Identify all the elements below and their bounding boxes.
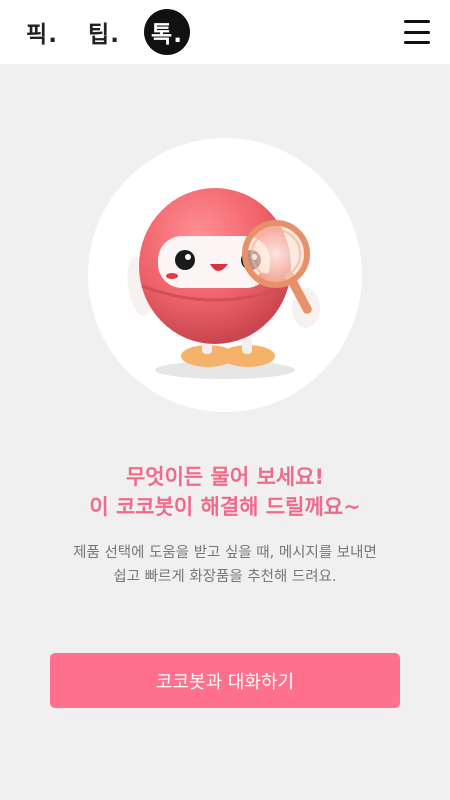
mascot-left-eye xyxy=(175,250,195,270)
tab-talk[interactable]: 톡. xyxy=(144,9,190,55)
tab-tip[interactable]: 팁. xyxy=(82,10,126,54)
chat-with-kokobot-button[interactable]: 코코봇과 대화하기 xyxy=(50,653,400,708)
hamburger-menu-icon[interactable] xyxy=(404,20,432,44)
mascot-eye-shine xyxy=(185,254,191,260)
mascot-left-cheek xyxy=(166,273,178,279)
page-headline: 무엇이든 물어 보세요! 이 코코봇이 해결해 드릴께요~ xyxy=(0,462,450,522)
tab-pick[interactable]: 픽. xyxy=(20,10,64,54)
description-line-1: 제품 선택에 도움을 받고 싶을 때, 메시지를 보내면 xyxy=(73,545,377,561)
mascot-illustration-container xyxy=(88,138,362,412)
headline-line-1: 무엇이든 물어 보세요! xyxy=(125,465,325,489)
page-description: 제품 선택에 도움을 받고 싶을 때, 메시지를 보내면 쉽고 빠르게 화장품을… xyxy=(20,541,430,589)
top-header: 픽. 팁. 톡. xyxy=(0,0,450,64)
headline-line-2: 이 코코봇이 해결해 드릴께요~ xyxy=(89,495,361,519)
menu-line xyxy=(404,20,430,23)
kokobot-mascot-illustration xyxy=(127,188,320,379)
description-line-2: 쉽고 빠르게 화장품을 추천해 드려요. xyxy=(113,569,337,585)
menu-line xyxy=(404,41,430,44)
menu-line xyxy=(404,30,430,34)
